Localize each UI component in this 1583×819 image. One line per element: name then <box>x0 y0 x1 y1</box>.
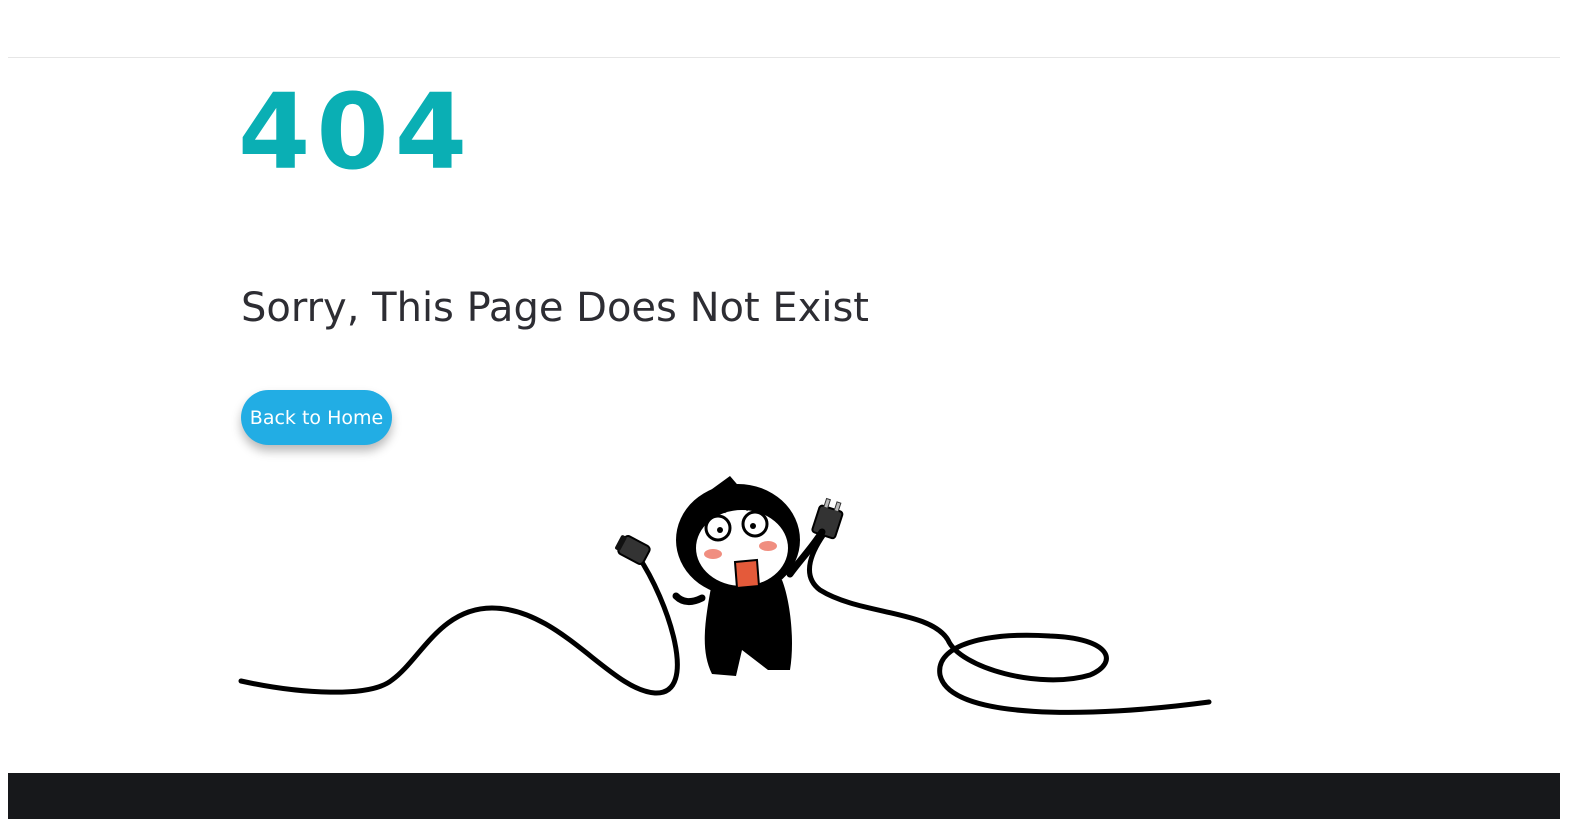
right-plug-icon <box>811 497 844 540</box>
right-cable <box>807 527 1212 715</box>
left-cable <box>238 553 680 696</box>
back-to-home-button[interactable]: Back to Home <box>241 390 392 445</box>
left-plug-icon <box>615 535 651 565</box>
error-page: 404 Sorry, This Page Does Not Exist Back… <box>0 0 1583 819</box>
error-code: 404 <box>238 71 474 193</box>
error-message: Sorry, This Page Does Not Exist <box>241 285 869 331</box>
footer-bar <box>8 773 1560 819</box>
header-divider <box>8 57 1560 58</box>
character-figure <box>672 476 826 676</box>
